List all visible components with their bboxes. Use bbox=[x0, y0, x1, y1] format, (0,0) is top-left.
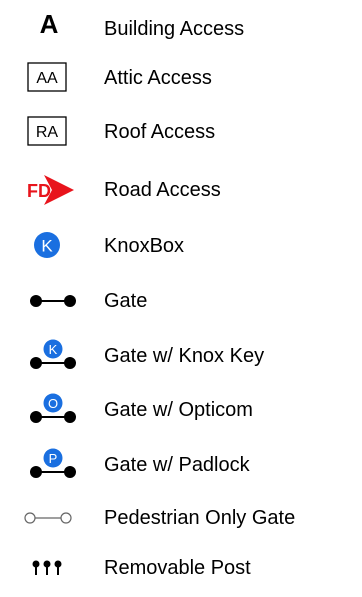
legend-label: Gate w/ Padlock bbox=[104, 453, 250, 476]
legend-label: Attic Access bbox=[104, 66, 212, 89]
removable-post-icon bbox=[32, 560, 62, 575]
attic-access-glyph: AA bbox=[36, 70, 58, 87]
road-access-icon: FD bbox=[27, 175, 74, 205]
roof-access-glyph: RA bbox=[36, 124, 59, 141]
legend-label: Roof Access bbox=[104, 120, 216, 143]
legend-label: Road Access bbox=[104, 178, 221, 201]
legend-item-roof-access: RA Roof Access bbox=[0, 103, 362, 161]
legend-item-gate-knox-key: K Gate w/ Knox Key bbox=[0, 327, 362, 385]
legend-item-removable-post: Removable Post bbox=[0, 539, 362, 597]
gate-opticom-icon: O bbox=[30, 393, 76, 423]
legend-label: Gate bbox=[104, 289, 148, 312]
gate-knox-key-icon: K bbox=[30, 339, 76, 369]
gate-padlock-icon: P bbox=[30, 448, 76, 478]
legend-label: KnoxBox bbox=[104, 234, 185, 257]
legend-item-gate-opticom: O Gate w/ Opticom bbox=[0, 381, 362, 439]
road-access-glyph: FD bbox=[27, 181, 51, 201]
attic-access-icon: AA bbox=[27, 62, 67, 92]
gate-knox-key-glyph: K bbox=[49, 342, 58, 357]
gate-opticom-glyph: O bbox=[48, 396, 58, 411]
legend-item-gate: Gate bbox=[0, 272, 362, 330]
legend-item-gate-padlock: P Gate w/ Padlock bbox=[0, 436, 362, 494]
roof-access-icon: RA bbox=[27, 116, 67, 146]
gate-icon bbox=[30, 295, 76, 307]
building-access-glyph: A bbox=[40, 9, 59, 39]
legend-label: Gate w/ Opticom bbox=[104, 398, 253, 421]
access-legend: A Building Access AA Attic Access RA Roo… bbox=[0, 0, 362, 586]
knoxbox-glyph: K bbox=[41, 237, 53, 256]
legend-item-road-access: FD Road Access bbox=[0, 161, 362, 219]
knoxbox-icon: K bbox=[34, 232, 60, 258]
legend-label: Removable Post bbox=[104, 556, 251, 579]
legend-label: Gate w/ Knox Key bbox=[104, 344, 265, 367]
legend-item-attic-access: AA Attic Access bbox=[0, 49, 362, 107]
legend-item-knoxbox: K KnoxBox bbox=[0, 217, 362, 275]
gate-padlock-glyph: P bbox=[49, 451, 58, 466]
